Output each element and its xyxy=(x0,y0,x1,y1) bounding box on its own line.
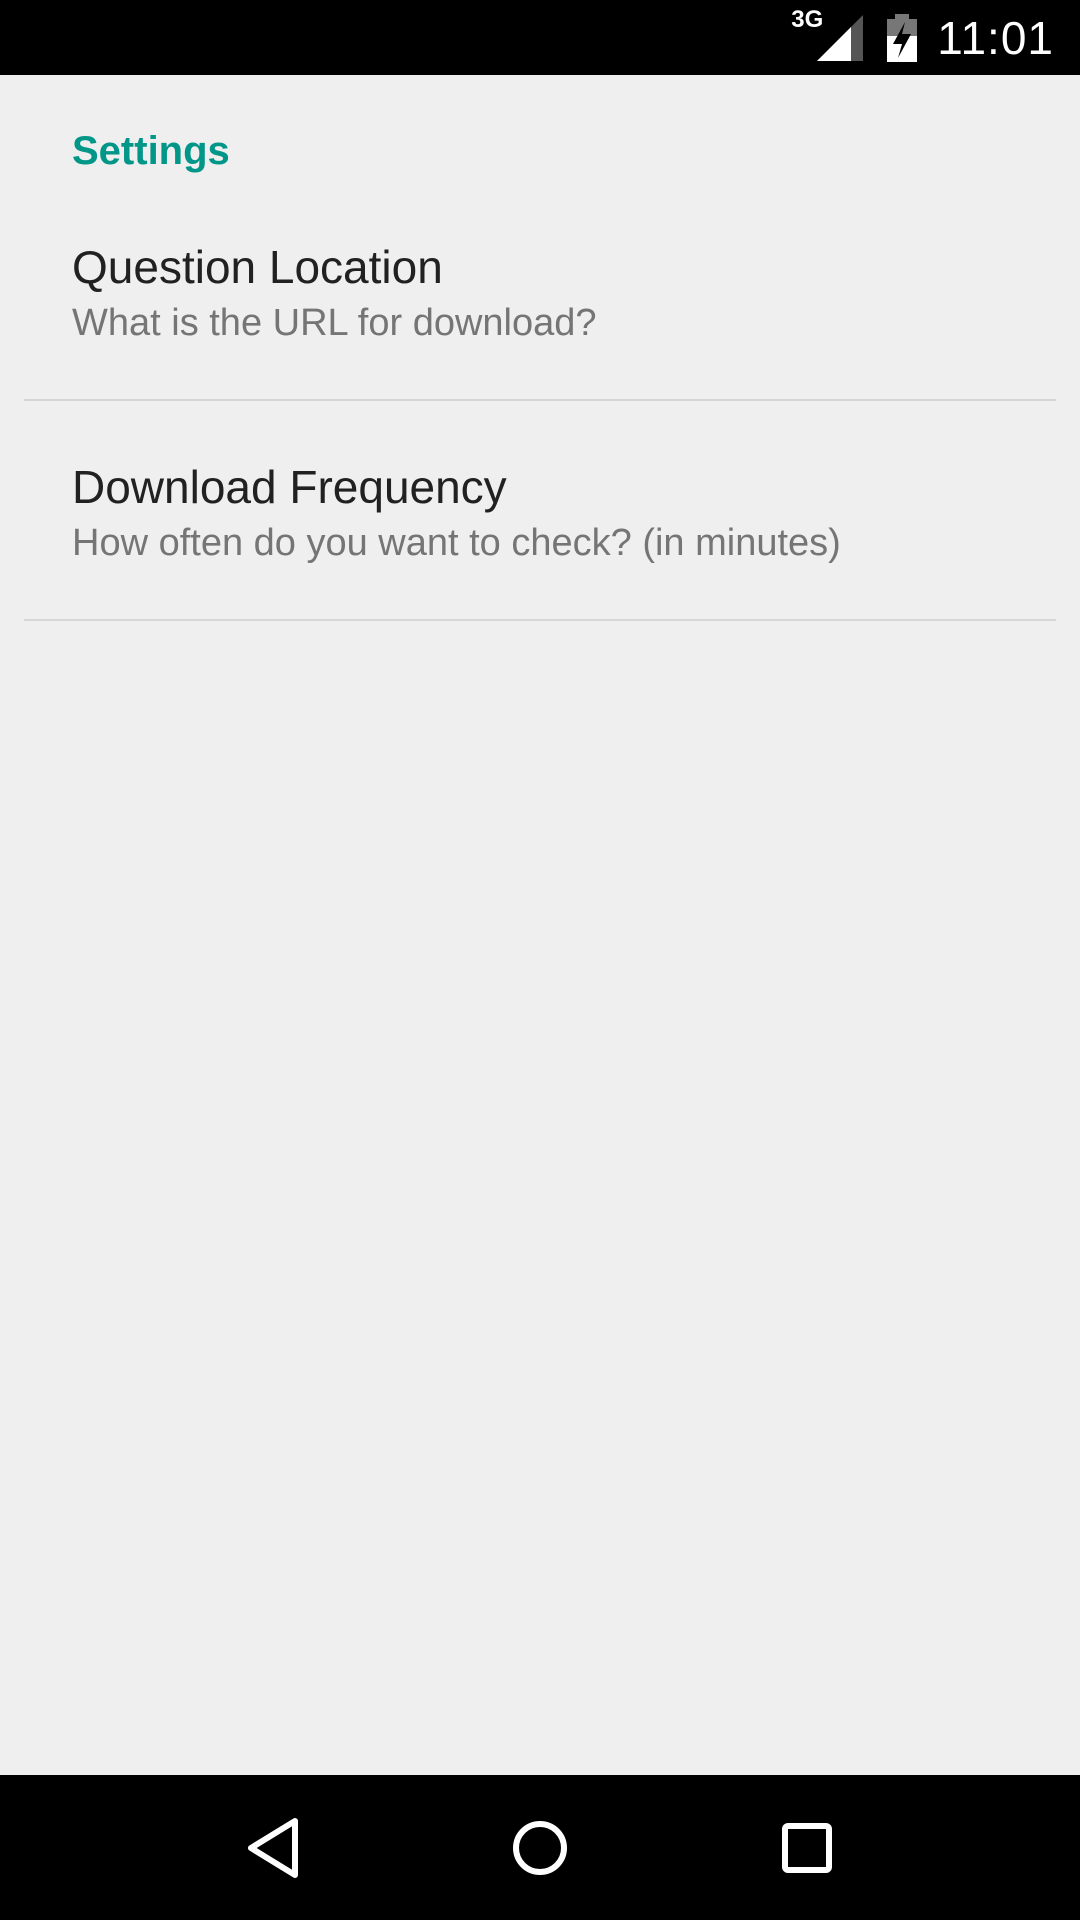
back-button[interactable] xyxy=(228,1803,318,1893)
home-icon xyxy=(512,1820,567,1875)
battery-charging-icon xyxy=(887,13,918,62)
signal-icon xyxy=(817,14,864,61)
settings-screen: Settings Question Location What is the U… xyxy=(0,75,1080,1775)
network-type-label: 3G xyxy=(791,5,824,33)
navigation-bar xyxy=(0,1775,1080,1920)
divider xyxy=(24,619,1056,621)
back-icon xyxy=(248,1817,299,1878)
recents-icon xyxy=(781,1822,832,1873)
pref-summary: How often do you want to check? (in minu… xyxy=(72,522,841,564)
status-bar: 3G 11:01 xyxy=(0,0,1080,75)
clock: 11:01 xyxy=(937,11,1054,64)
pref-title: Download Frequency xyxy=(72,461,507,513)
pref-title: Question Location xyxy=(72,241,443,293)
pref-download-frequency[interactable]: Download Frequency How often do you want… xyxy=(0,295,1080,564)
home-button[interactable] xyxy=(495,1803,585,1893)
pref-question-location[interactable]: Question Location What is the URL for do… xyxy=(0,75,1080,344)
recents-button[interactable] xyxy=(762,1803,852,1893)
